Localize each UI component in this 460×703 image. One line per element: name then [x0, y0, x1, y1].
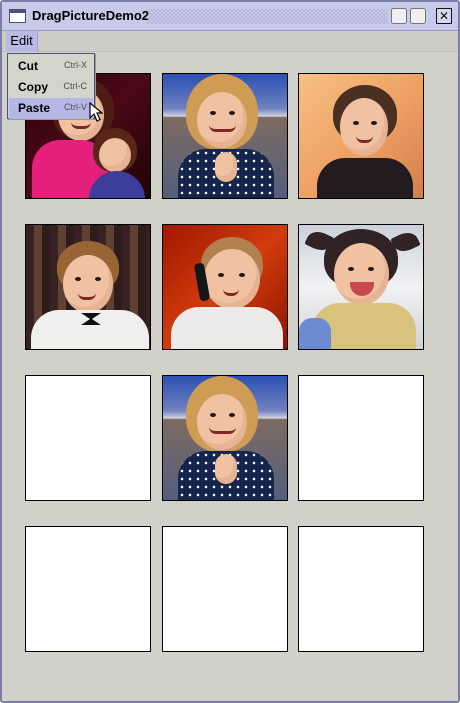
picture-tile-11[interactable] — [162, 526, 288, 652]
edit-menu-popup: Cut Ctrl-X Copy Ctrl-C Paste Ctrl-V — [7, 53, 95, 119]
girl-hands — [215, 454, 237, 484]
window-icon — [9, 9, 26, 23]
edit-menu-button[interactable]: Edit — [6, 31, 38, 52]
doll-face — [99, 138, 131, 172]
girl-eye — [229, 413, 235, 417]
boy-eye — [95, 277, 101, 281]
boy-eye — [75, 277, 81, 281]
girl-face — [197, 394, 247, 450]
menu-item-cut[interactable]: Cut Ctrl-X — [9, 56, 93, 77]
girl-eye — [210, 413, 216, 417]
blank-image-placeholder — [299, 527, 423, 651]
girl-eye — [353, 121, 359, 125]
copy-shortcut: Ctrl-C — [63, 81, 88, 91]
mouse-pointer-icon — [89, 102, 103, 122]
picture-tile-5[interactable] — [162, 224, 288, 350]
laughing-baby-photo — [299, 225, 423, 349]
picture-tile-8[interactable] — [162, 375, 288, 501]
toddler-white-top — [171, 307, 283, 349]
copy-label: Copy — [18, 80, 48, 94]
picture-grid-area — [2, 53, 458, 701]
picture-tile-10[interactable] — [25, 526, 151, 652]
window-titlebar[interactable]: DragPictureDemo2 ✕ — [2, 2, 458, 31]
boy-face — [63, 255, 113, 313]
picture-tile-2[interactable] — [162, 73, 288, 199]
baby-eye — [348, 267, 354, 271]
smiling-girl-photo — [163, 376, 287, 500]
blank-image-placeholder — [299, 376, 423, 500]
drag-picture-demo-window: DragPictureDemo2 ✕ Edit Cut Ctrl-X Copy … — [0, 0, 460, 703]
close-icon: ✕ — [438, 9, 450, 23]
close-button[interactable]: ✕ — [436, 8, 452, 24]
picture-tile-3[interactable] — [298, 73, 424, 199]
girl-eye — [210, 111, 216, 115]
blue-sleeve — [299, 318, 331, 349]
girl-smile — [209, 427, 236, 434]
window-title: DragPictureDemo2 — [32, 8, 150, 23]
girl-dark-top — [317, 158, 413, 198]
toddler-with-phone-photo — [163, 225, 287, 349]
menu-item-copy[interactable]: Copy Ctrl-C — [9, 77, 93, 98]
menu-bar: Edit — [2, 31, 458, 52]
toddler-eye — [239, 273, 245, 277]
girl-smile — [209, 125, 236, 132]
paste-shortcut: Ctrl-V — [64, 102, 87, 112]
boy-in-white-suit-photo — [26, 225, 150, 349]
paste-label: Paste — [18, 101, 51, 115]
girl-eye — [229, 111, 235, 115]
blank-image-placeholder — [26, 527, 150, 651]
cut-label: Cut — [18, 59, 38, 73]
toddler-eye — [218, 273, 224, 277]
picture-tile-4[interactable] — [25, 224, 151, 350]
picture-tile-6[interactable] — [298, 224, 424, 350]
picture-tile-9[interactable] — [298, 375, 424, 501]
baby-eye — [368, 267, 374, 271]
smiling-girl-photo — [163, 74, 287, 198]
picture-tile-12[interactable] — [298, 526, 424, 652]
menu-item-paste[interactable]: Paste Ctrl-V — [9, 98, 93, 119]
cut-shortcut: Ctrl-X — [64, 60, 87, 70]
titlebar-grip-pattern[interactable] — [146, 9, 388, 24]
picture-tile-7[interactable] — [25, 375, 151, 501]
minimize-button[interactable] — [391, 8, 407, 24]
maximize-button[interactable] — [410, 8, 426, 24]
toddler-face — [204, 249, 260, 309]
girl-eye — [371, 121, 377, 125]
blank-image-placeholder — [163, 527, 287, 651]
girl-with-dark-hair-photo — [299, 74, 423, 198]
girl-face — [340, 98, 388, 156]
girl-hands — [215, 152, 237, 182]
blank-image-placeholder — [26, 376, 150, 500]
girl-face — [197, 92, 247, 148]
